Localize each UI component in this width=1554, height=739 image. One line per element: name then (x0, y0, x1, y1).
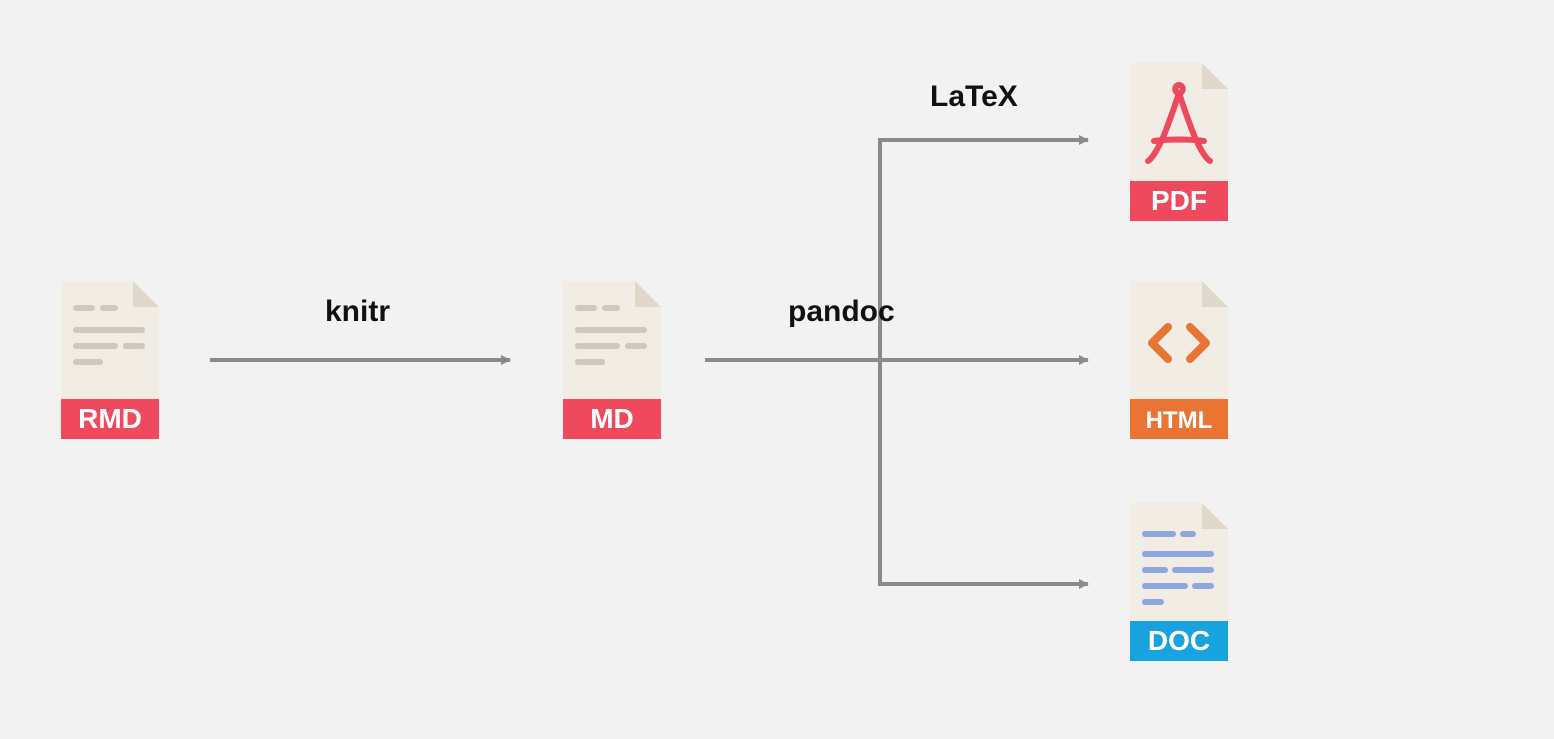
arrow-md-to-pdf (880, 140, 1088, 360)
label-latex: LaTeX (930, 80, 1018, 114)
label-knitr: knitr (325, 295, 390, 329)
diagram-canvas: RMD MD (0, 0, 1554, 739)
label-pandoc: pandoc (788, 295, 895, 329)
arrow-md-to-doc (880, 360, 1088, 584)
file-badge-md: MD (590, 403, 634, 434)
file-badge-html: HTML (1146, 407, 1213, 434)
file-icon-pdf: PDF (1124, 57, 1234, 232)
file-icon-md: MD (557, 275, 667, 450)
file-icon-rmd: RMD (55, 275, 165, 450)
file-icon-html: HTML (1124, 275, 1234, 450)
file-badge-pdf: PDF (1151, 185, 1207, 216)
file-badge-rmd: RMD (78, 403, 142, 434)
file-icon-doc: DOC (1124, 497, 1234, 672)
file-badge-doc: DOC (1148, 625, 1210, 656)
